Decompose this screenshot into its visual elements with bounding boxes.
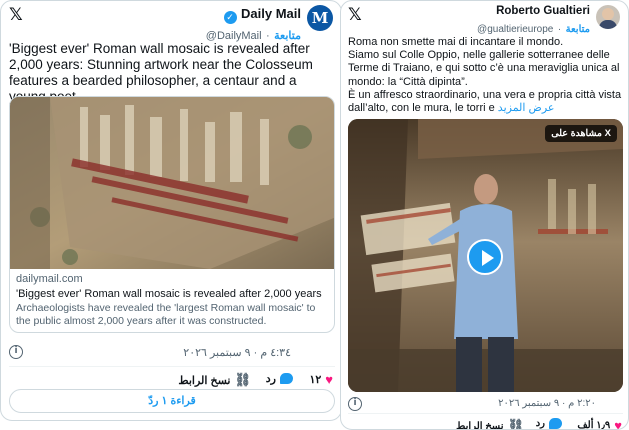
link-title: 'Biggest ever' Roman wall mosaic is reve… xyxy=(16,288,322,300)
link-icon: ⛓ xyxy=(507,418,524,430)
link-icon: ⛓ xyxy=(234,372,251,387)
x-logo-icon[interactable]: 𝕏 xyxy=(348,5,362,25)
like-count: ١٢ xyxy=(309,374,322,386)
divider xyxy=(9,366,335,367)
watch-on-x-badge[interactable]: مشاهدة على X xyxy=(545,125,617,142)
tweet-text: Roma non smette mai di incantare il mond… xyxy=(348,36,622,115)
link-card[interactable]: dailymail.com 'Biggest ever' Roman wall … xyxy=(9,96,335,333)
link-domain: dailymail.com xyxy=(16,273,83,285)
heart-icon: ♥ xyxy=(614,418,622,430)
divider xyxy=(348,413,623,414)
show-more-link[interactable]: عرض المزيد xyxy=(498,102,555,114)
reply-label: رد xyxy=(265,373,276,385)
reply-icon xyxy=(280,373,293,384)
verified-badge-icon: ✓ xyxy=(223,11,237,24)
reply-button[interactable]: رد xyxy=(536,418,562,429)
tweet-timestamp[interactable]: ٢:٢٠ م · ٩ سبتمبر ٢٠٢٦ xyxy=(498,398,596,409)
author-handle[interactable]: @gualtierieurope xyxy=(477,24,553,35)
like-button[interactable]: ١٫٩ ألف ♥ xyxy=(577,418,622,430)
x-logo-icon[interactable]: 𝕏 xyxy=(9,5,23,25)
heart-icon: ♥ xyxy=(325,372,333,387)
author-name[interactable]: Daily Mail xyxy=(241,6,301,21)
copy-link-label: نسخ الرابط xyxy=(456,420,504,430)
tweet-timestamp[interactable]: ٤:٣٤ م · ٩ سبتمبر ٢٠٢٦ xyxy=(183,346,291,359)
tweet-card-gualtieri: 𝕏 Roberto Gualtieri @gualtierieurope · م… xyxy=(340,0,629,430)
reply-button[interactable]: رد xyxy=(266,372,293,385)
follow-button[interactable]: متابعة xyxy=(566,24,590,35)
video-player[interactable]: مشاهدة على X xyxy=(348,119,623,392)
info-icon[interactable]: i xyxy=(348,397,362,411)
link-description: Archaeologists have revealed the 'larges… xyxy=(16,302,316,327)
tweet-card-dailymail: 𝕏 M ✓ Daily Mail @DailyMail · متابعة 'Bi… xyxy=(0,0,342,421)
copy-link-label: نسخ الرابط xyxy=(178,374,231,387)
reply-label: رد xyxy=(535,418,545,429)
daily-mail-logo-icon[interactable]: M xyxy=(307,5,333,31)
copy-link-button[interactable]: نسخ الرابط ⛓ xyxy=(178,372,251,388)
like-button[interactable]: ١٢ ♥ xyxy=(309,372,333,387)
author-name[interactable]: Roberto Gualtieri xyxy=(477,5,590,17)
mosaic-image xyxy=(10,97,334,269)
play-icon[interactable] xyxy=(467,239,503,275)
read-replies-button[interactable]: قراءة ١ ردّ xyxy=(9,389,335,413)
copy-link-button[interactable]: نسخ الرابط ⛓ xyxy=(456,418,524,430)
reply-icon xyxy=(549,418,562,429)
author-block: Roberto Gualtieri @gualtierieurope · متا… xyxy=(477,5,590,35)
avatar[interactable] xyxy=(596,5,620,29)
like-count: ١٫٩ ألف xyxy=(577,420,611,430)
info-icon[interactable]: i xyxy=(9,345,23,359)
author-block: ✓ Daily Mail @DailyMail · متابعة xyxy=(205,6,301,42)
